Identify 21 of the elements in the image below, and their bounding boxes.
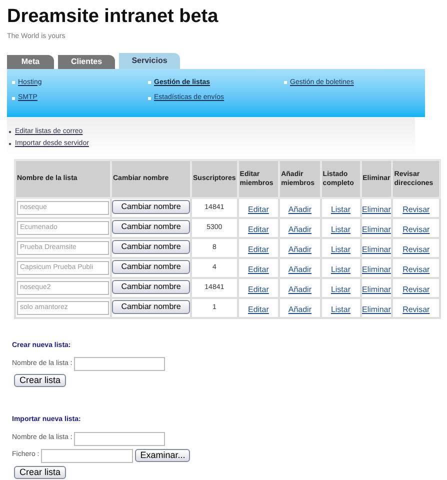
rename-button[interactable]: Cambiar nombre xyxy=(112,200,190,214)
list-name-input[interactable] xyxy=(74,357,166,371)
rename-button[interactable]: Cambiar nombre xyxy=(112,240,190,254)
bullet-icon xyxy=(284,81,287,84)
rename-button[interactable]: Cambiar nombre xyxy=(112,280,190,294)
rename-button[interactable]: Cambiar nombre xyxy=(112,300,190,314)
bullet-icon xyxy=(12,96,15,100)
site-title: Dreamsite intranet beta xyxy=(7,6,220,28)
file-path-input[interactable] xyxy=(41,448,134,462)
create-list-button[interactable]: Crear lista xyxy=(14,466,66,478)
nav-tab[interactable]: Meta xyxy=(7,54,54,68)
nav-tab[interactable]: Clientes xyxy=(58,54,115,68)
rename-button[interactable]: Cambiar nombre xyxy=(112,260,190,274)
bullet-icon xyxy=(148,96,151,100)
create-list-button[interactable]: Crear lista xyxy=(14,374,66,387)
list-name-input[interactable] xyxy=(74,432,166,446)
bullet-icon xyxy=(12,81,15,84)
browse-button[interactable]: Examinar... xyxy=(135,449,190,462)
rename-button[interactable]: Cambiar nombre xyxy=(112,220,190,234)
bullet-icon xyxy=(148,81,151,84)
nav-tab[interactable]: Servicios xyxy=(119,52,180,68)
